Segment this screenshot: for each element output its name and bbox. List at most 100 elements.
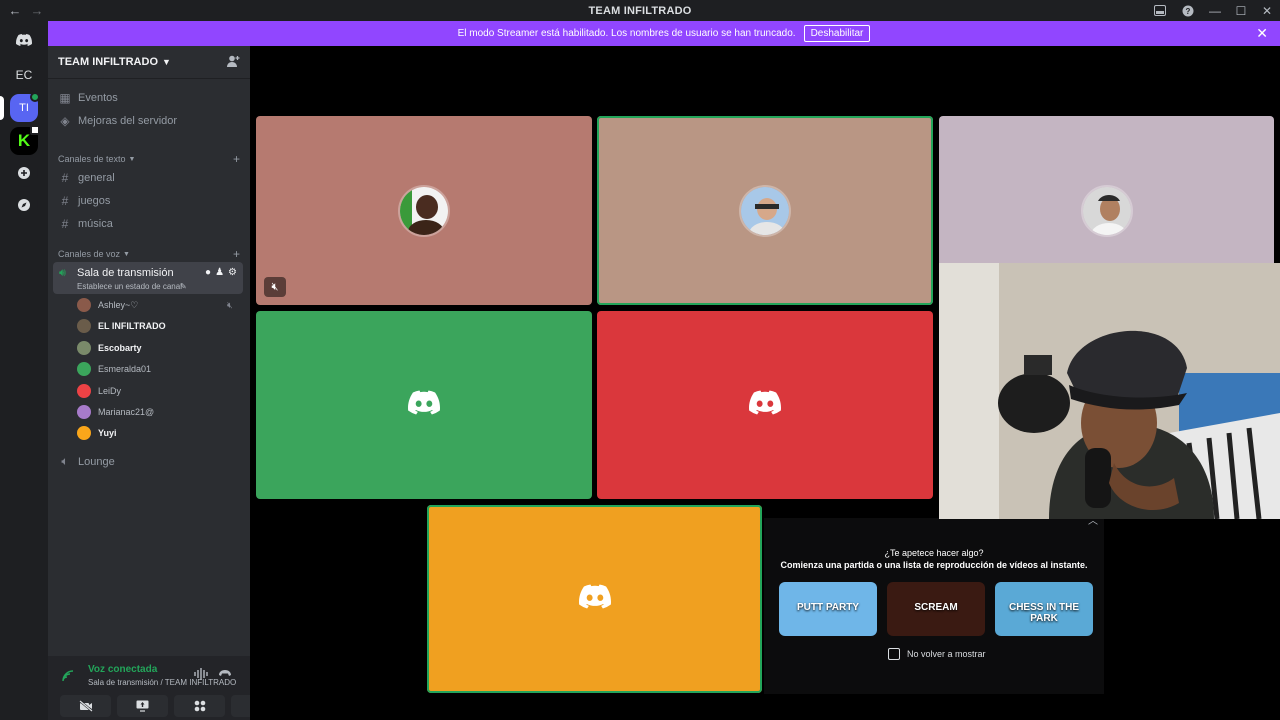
voice-user[interactable]: Esmeralda01 [77, 360, 151, 378]
voice-connection-panel: Voz conectada Sala de transmisión / TEAM… [48, 656, 282, 720]
server-header[interactable]: TEAM INFILTRADO ▼ [48, 46, 250, 79]
voice-user-name: LeiDy [98, 385, 122, 396]
help-icon[interactable]: ? [1174, 0, 1202, 21]
events-item[interactable]: ▦ Eventos [58, 91, 118, 105]
voice-channel-name: Lounge [78, 455, 115, 468]
camera-off-button[interactable] [60, 695, 111, 717]
participant-tile[interactable] [256, 311, 592, 499]
pencil-icon[interactable]: ✎ [180, 282, 187, 291]
activity-card-label: SCREAM [914, 602, 958, 613]
participant-tile[interactable] [427, 505, 762, 693]
server-rail: EC TI K [0, 21, 48, 720]
server-icon-ec[interactable]: EC [10, 61, 38, 89]
voice-channel-sala-de-transmision[interactable]: 🔊︎ Sala de transmisión Establece un esta… [53, 262, 243, 294]
checkbox-box[interactable] [888, 648, 900, 660]
noise-suppression-icon[interactable] [194, 668, 208, 683]
voice-user[interactable]: Escobarty [77, 339, 142, 357]
activity-card[interactable]: CHESS IN THE PARK [995, 582, 1093, 636]
voice-user-name: EL INFILTRADO [98, 321, 166, 332]
server-icon-k[interactable]: K [10, 125, 40, 155]
voice-user[interactable]: EL INFILTRADO [77, 317, 166, 335]
banner-text: El modo Streamer está habilitado. Los no… [457, 28, 796, 39]
server-icon-label: K [17, 131, 31, 150]
activities-promo: ︿ ¿Te apetece hacer algo? Comienza una p… [764, 516, 1104, 694]
server-icon-label: TI [19, 102, 29, 114]
promo-title: ¿Te apetece hacer algo? [884, 548, 984, 558]
minimize-icon[interactable]: — [1202, 0, 1228, 21]
calendar-icon: ▦ [59, 91, 71, 105]
inbox-icon[interactable] [1146, 0, 1174, 21]
channel-general[interactable]: # general [58, 171, 115, 185]
voice-user[interactable]: Marianac21@ [77, 403, 154, 421]
discord-home-icon[interactable] [10, 26, 38, 54]
server-icon-team-infiltrado[interactable]: TI [10, 92, 40, 122]
activity-card-label: PUTT PARTY [796, 602, 860, 613]
share-screen-button[interactable] [117, 695, 168, 717]
create-channel-icon[interactable]: + [233, 247, 240, 261]
discord-logo-icon [408, 390, 441, 420]
server-boosts-label: Mejoras del servidor [78, 115, 178, 127]
maximize-icon[interactable]: ☐ [1228, 0, 1254, 21]
activity-card[interactable]: PUTT PARTY [779, 582, 877, 636]
channel-sidebar: TEAM INFILTRADO ▼ ▦ Eventos ◈ Mejoras de… [48, 46, 282, 720]
voice-user[interactable]: Ashley~♡ 🔇︎ [77, 296, 233, 314]
voice-channel-lounge[interactable]: 🔈︎ Lounge [58, 454, 115, 469]
events-label: Eventos [78, 92, 118, 104]
hashtag-icon: # [61, 171, 69, 185]
avatar [77, 340, 91, 355]
hashtag-icon: # [61, 194, 69, 208]
activity-card-label: CHESS IN THE PARK [1008, 602, 1079, 624]
voice-channel-name: Sala de transmisión [77, 267, 174, 279]
create-channel-icon[interactable]: + [233, 152, 240, 166]
discord-logo-icon [578, 584, 611, 614]
activity-card[interactable]: SCREAM [887, 582, 985, 636]
boost-icon: ◈ [60, 114, 70, 128]
activities-button[interactable] [174, 695, 225, 717]
speaker-icon: 🔊︎ [59, 267, 66, 279]
text-channels-category[interactable]: Canales de texto ▼ + [58, 152, 240, 166]
voice-user-name: Ashley~♡ [98, 299, 139, 310]
close-banner-icon[interactable]: ✕ [1256, 25, 1268, 42]
signal-icon[interactable] [62, 670, 74, 685]
channel-juegos[interactable]: # juegos [58, 194, 111, 208]
voice-connected-status[interactable]: Voz conectada [88, 664, 157, 675]
avatar [77, 383, 91, 398]
close-window-icon[interactable]: ✕ [1254, 0, 1280, 21]
voice-activity-badge [30, 92, 40, 102]
voice-user[interactable]: LeiDy [77, 382, 121, 400]
participant-tile[interactable]: 🔇︎ [256, 116, 592, 305]
chevron-down-icon: ▼ [162, 57, 171, 67]
channel-status[interactable]: Establece un estado de canal [77, 282, 182, 291]
voice-user[interactable]: Yuyi [77, 424, 117, 442]
voice-channel-path[interactable]: Sala de transmisión / TEAM INFILTRADO [88, 678, 236, 687]
muted-icon: 🔇︎ [264, 277, 286, 297]
avatar [77, 405, 91, 419]
disconnect-icon[interactable] [218, 668, 232, 680]
gear-icon[interactable]: ⚙ [228, 267, 237, 278]
add-server-icon[interactable] [10, 159, 38, 187]
voice-channels-category[interactable]: Canales de voz ▼ + [58, 247, 240, 261]
explore-servers-icon[interactable] [10, 191, 38, 219]
server-boosts-item[interactable]: ◈ Mejoras del servidor [58, 114, 177, 128]
streamer-mode-banner: El modo Streamer está habilitado. Los no… [48, 21, 1280, 46]
invite-to-channel-icon[interactable]: ♟ [215, 267, 224, 278]
webcam-video[interactable] [939, 263, 1280, 519]
voice-user-name: Escobarty [98, 342, 142, 353]
checkbox-label: No volver a mostrar [907, 649, 986, 659]
disable-streamer-mode-button[interactable]: Deshabilitar [803, 25, 871, 42]
dont-show-again-checkbox[interactable]: No volver a mostrar [888, 648, 986, 660]
title-bar: ← → TEAM INFILTRADO ? — ☐ ✕ [0, 0, 1280, 21]
user-avatar [1080, 184, 1133, 237]
channel-name: juegos [78, 195, 111, 207]
chat-bubble-icon[interactable]: ● [205, 267, 211, 278]
window-title: TEAM INFILTRADO [588, 4, 692, 17]
user-avatar [398, 184, 450, 237]
svg-text:?: ? [1186, 7, 1191, 16]
participant-tile[interactable] [597, 116, 933, 305]
chevron-down-icon: ▼ [128, 155, 136, 163]
invite-people-icon[interactable] [227, 55, 240, 70]
channel-name: música [78, 218, 113, 230]
channel-name: general [78, 172, 115, 184]
channel-musica[interactable]: # música [58, 217, 113, 231]
participant-tile[interactable] [597, 311, 933, 499]
